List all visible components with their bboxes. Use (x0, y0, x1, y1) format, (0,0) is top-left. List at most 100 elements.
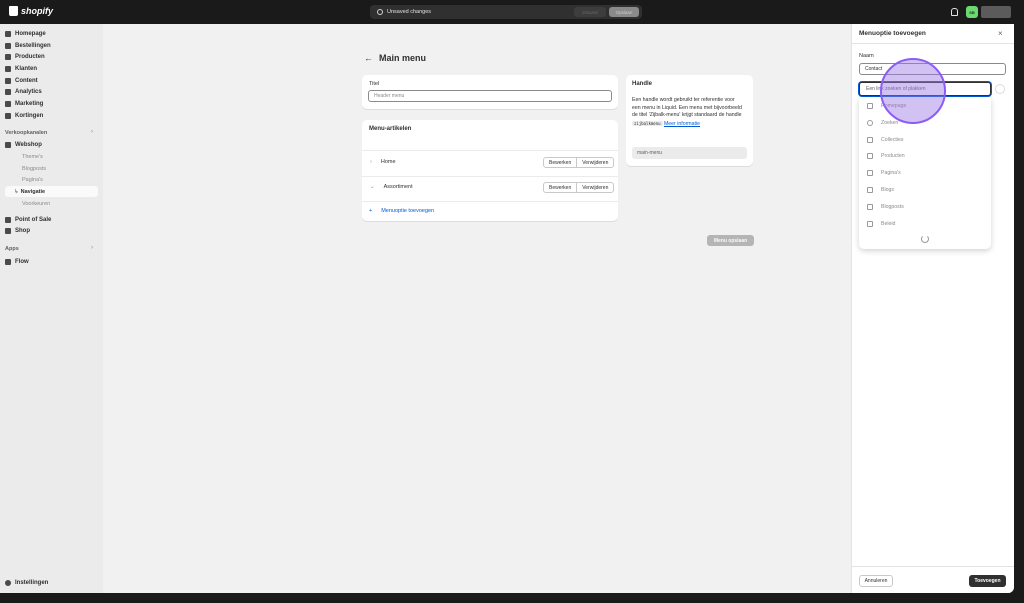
option-label: Blogposts (881, 204, 904, 210)
bell-icon[interactable] (951, 8, 958, 16)
add-menu-item-label: Menuoptie toevoegen (381, 208, 435, 214)
sidebar-item-kortingen[interactable]: Kortingen (5, 111, 43, 121)
page-icon (867, 170, 873, 176)
menu-row-label: Assortiment (383, 184, 413, 190)
sidebar-item-label: Marketing (15, 101, 44, 107)
sidebar-item-webshop[interactable]: Webshop (5, 140, 42, 150)
sidebar-item-shop[interactable]: Shop (5, 226, 30, 236)
sidebar-item-marketing[interactable]: Marketing (5, 99, 43, 109)
sidebar-item-bestellingen[interactable]: Bestellingen (5, 41, 51, 51)
sidebar-item-label: Point of Sale (15, 217, 52, 223)
option-label: Blogs (881, 187, 894, 193)
menu-items-heading: Menu-artikelen (369, 126, 412, 132)
tag-icon (867, 153, 873, 159)
add-menu-item-link[interactable]: + Menuoptie toevoegen (369, 208, 434, 214)
sidebar-item-label: Homepage (15, 31, 46, 37)
option-label: Producten (881, 153, 905, 159)
brand-name: shopify (21, 6, 54, 16)
clear-icon[interactable] (995, 84, 1005, 94)
option-label: Collecties (881, 137, 904, 143)
link-option-search[interactable]: Zoeken (867, 118, 898, 128)
chevron-right-icon[interactable]: › (370, 159, 372, 165)
sidebar-sub-preferences[interactable]: Voorkeuren (22, 199, 50, 209)
sidebar-item-settings[interactable]: Instellingen (5, 578, 48, 588)
apps-heading[interactable]: Apps (5, 244, 19, 254)
search-icon (867, 120, 873, 126)
person-icon (5, 66, 11, 72)
avatar[interactable]: SB (966, 6, 978, 18)
edit-button[interactable]: Bewerken (544, 183, 576, 192)
sidebar-sub-pages[interactable]: Pagina's (22, 175, 43, 185)
link-option-collections[interactable]: Collecties (867, 135, 904, 145)
link-option-blogposts[interactable]: Blogposts (867, 202, 904, 212)
alert-circle-icon (377, 9, 383, 15)
chevron-down-icon[interactable]: ⌄ (370, 184, 375, 190)
close-icon[interactable]: × (998, 29, 1003, 38)
divider (851, 43, 1014, 44)
back-arrow-icon[interactable]: ← (364, 53, 373, 63)
sidebar-sub-blogposts[interactable]: Blogposts (22, 164, 46, 174)
edit-button[interactable]: Bewerken (544, 158, 576, 167)
sidebar-item-label: Bestellingen (15, 43, 51, 49)
tree-branch-icon: ↳ (14, 189, 19, 195)
link-option-products[interactable]: Producten (867, 151, 905, 161)
sidebar-item-label: Flow (15, 259, 29, 265)
option-label: Zoeken (881, 120, 899, 126)
save-menu-button[interactable]: Menu opslaan (707, 235, 754, 246)
inbox-icon (5, 43, 11, 49)
divider (362, 201, 618, 202)
sidebar-item-klanten[interactable]: Klanten (5, 64, 37, 74)
sidebar-item-label: Navigatie (20, 189, 46, 195)
option-label: Beleid (881, 221, 896, 227)
sidebar-item-flow[interactable]: Flow (5, 257, 29, 267)
handle-code-sample: zijbalkmenu (632, 120, 663, 126)
link-option-blogs[interactable]: Blogs (867, 185, 894, 195)
tag-icon (5, 54, 11, 60)
delete-button[interactable]: Verwijderen (576, 183, 613, 192)
chevron-right-icon[interactable]: › (91, 245, 93, 251)
menu-row-home[interactable]: › Home (370, 159, 396, 165)
shopify-logo[interactable]: shopify (9, 6, 53, 16)
title-input[interactable]: Header menu (368, 90, 612, 102)
link-option-policies[interactable]: Beleid (867, 219, 895, 229)
blog-icon (867, 187, 873, 193)
menu-items-card (362, 120, 618, 221)
title-label: Titel (369, 81, 380, 87)
chevron-right-icon[interactable]: › (91, 129, 93, 135)
sidebar-item-pos[interactable]: Point of Sale (5, 215, 51, 225)
sidebar-item-label: Content (15, 78, 38, 84)
sidebar-item-label: Analytics (15, 89, 42, 95)
sidebar-item-analytics[interactable]: Analytics (5, 87, 42, 97)
more-info-link[interactable]: Meer informatie (664, 121, 700, 127)
cancel-button[interactable]: Annuleren (859, 575, 893, 587)
sales-channels-heading[interactable]: Verkoopkanalen (5, 128, 47, 138)
store-icon (5, 142, 11, 148)
top-bar: shopify Unsaved changes Discard Opslaan … (0, 0, 1024, 24)
chart-icon (5, 89, 11, 95)
handle-input[interactable]: main-menu (632, 147, 747, 159)
add-button[interactable]: Toevoegen (969, 575, 1006, 587)
menu-row-actions: Bewerken Verwijderen (543, 182, 615, 193)
save-button[interactable]: Opslaan (609, 7, 639, 17)
panel-title: Menuoptie toevoegen (859, 30, 926, 37)
store-name[interactable] (981, 6, 1011, 18)
sidebar-item-label: Kortingen (15, 113, 44, 119)
link-option-pages[interactable]: Pagina's (867, 168, 901, 178)
divider (362, 150, 618, 151)
sidebar-item-producten[interactable]: Producten (5, 52, 45, 62)
sidebar-sub-navigation[interactable]: ↳ Navigatie (14, 187, 45, 197)
sidebar-sub-themes[interactable]: Theme's (22, 152, 43, 162)
discard-button[interactable]: Discard (574, 7, 606, 17)
sidebar-item-label: Webshop (15, 142, 42, 148)
sidebar-item-content[interactable]: Content (5, 76, 38, 86)
shopify-bag-icon (9, 6, 18, 16)
sidebar-item-homepage[interactable]: Homepage (5, 29, 46, 39)
handle-description-text: Een handle wordt gebruikt ter referentie… (632, 97, 742, 119)
delete-button[interactable]: Verwijderen (576, 158, 613, 167)
name-label: Naam (859, 53, 874, 59)
collection-icon (867, 137, 873, 143)
cursor-highlight (880, 58, 946, 124)
page-title-text: Main menu (379, 53, 427, 63)
menu-row-assortiment[interactable]: ⌄ Assortiment (370, 184, 413, 190)
pos-icon (5, 217, 11, 223)
